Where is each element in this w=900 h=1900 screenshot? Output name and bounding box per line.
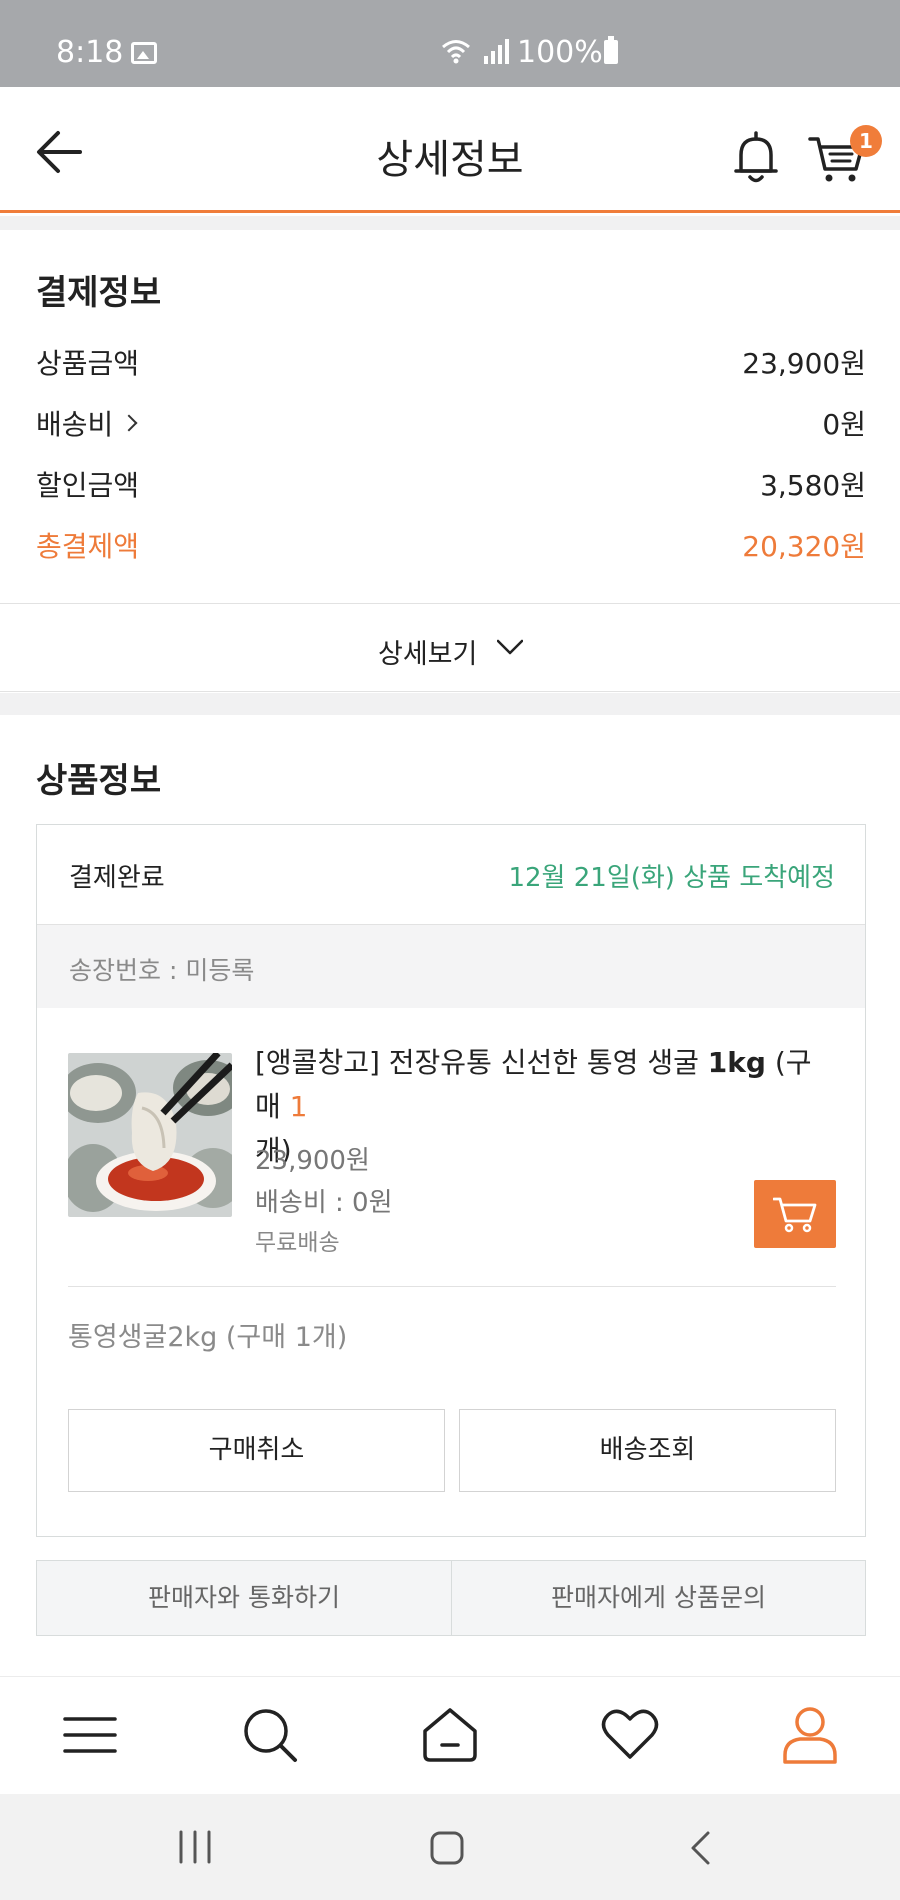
product-option: 통영생굴2kg (구매 1개) — [68, 1322, 348, 1353]
payment-row-value: 20,320원 — [742, 530, 866, 563]
wifi-icon — [442, 40, 470, 64]
cart-count-badge: 1 — [850, 125, 882, 157]
cart-icon — [773, 1197, 817, 1233]
payment-title: 결제정보 — [36, 273, 162, 313]
add-to-cart-button[interactable] — [754, 1180, 836, 1248]
product-thumbnail[interactable] — [68, 1053, 232, 1217]
system-back-icon[interactable] — [688, 1830, 712, 1866]
menu-icon[interactable] — [60, 1705, 120, 1765]
section-divider — [0, 216, 900, 230]
cancel-purchase-button[interactable]: 구매취소 — [68, 1409, 445, 1492]
status-bar: 8:18 100% — [0, 0, 900, 87]
chevron-down-icon — [497, 639, 523, 655]
purchase-quantity: 1 — [289, 1090, 308, 1123]
seller-contact-bar: 판매자와 통화하기 판매자에게 상품문의 — [36, 1560, 866, 1636]
product-price: 23,900원 — [255, 1146, 370, 1176]
detail-toggle-button[interactable]: 상세보기 — [0, 603, 900, 692]
signal-icon — [484, 39, 509, 64]
system-navigation-bar — [0, 1794, 900, 1900]
heart-icon[interactable] — [600, 1705, 660, 1765]
payment-row-value: 23,900원 — [742, 347, 866, 380]
section-divider — [0, 693, 900, 715]
home-icon[interactable] — [420, 1705, 480, 1765]
payment-row-product: 상품금액 23,900원 — [36, 342, 866, 386]
shipping-type: 무료배송 — [255, 1230, 340, 1256]
payment-row-total: 총결제액 20,320원 — [36, 525, 866, 569]
bell-icon[interactable] — [732, 131, 780, 185]
invoice-number: 송장번호 : 미등록 — [69, 956, 255, 985]
invoice-row: 송장번호 : 미등록 — [37, 925, 865, 1008]
product-shipping-fee: 배송비 : 0원 — [255, 1188, 393, 1218]
status-time: 8:18 — [56, 35, 124, 70]
payment-row-shipping[interactable]: 배송비 0원 — [36, 403, 866, 447]
my-page-icon[interactable] — [780, 1705, 840, 1765]
payment-row-value: 3,580원 — [760, 469, 866, 502]
battery-percent: 100% — [517, 35, 603, 70]
payment-row-label: 총결제액 — [36, 530, 140, 563]
seller-inquiry-button[interactable]: 판매자에게 상품문의 — [452, 1561, 865, 1635]
payment-row-discount: 할인금액 3,580원 — [36, 464, 866, 508]
chevron-right-icon — [120, 414, 138, 432]
arrival-estimate: 12월 21일(화) 상품 도착예정 — [508, 863, 835, 893]
call-seller-button[interactable]: 판매자와 통화하기 — [37, 1561, 452, 1635]
product-title: 상품정보 — [36, 761, 162, 801]
app-header: 상세정보 1 — [0, 87, 900, 213]
payment-row-label: 배송비 — [36, 408, 114, 441]
recent-apps-icon[interactable] — [177, 1830, 213, 1864]
bottom-navigation — [0, 1676, 900, 1794]
battery-icon — [604, 36, 618, 64]
detail-toggle-label: 상세보기 — [378, 639, 478, 670]
order-status: 결제완료 — [69, 863, 165, 893]
system-home-icon[interactable] — [429, 1830, 465, 1866]
search-icon[interactable] — [240, 1705, 300, 1765]
payment-row-value: 0원 — [822, 408, 866, 441]
payment-row-label: 할인금액 — [36, 469, 140, 502]
track-delivery-button[interactable]: 배송조회 — [459, 1409, 836, 1492]
payment-row-label: 상품금액 — [36, 347, 140, 380]
order-card: 결제완료 12월 21일(화) 상품 도착예정 송장번호 : 미등록 [앵콜창고… — [36, 824, 866, 1537]
gallery-notification-icon — [131, 42, 157, 64]
